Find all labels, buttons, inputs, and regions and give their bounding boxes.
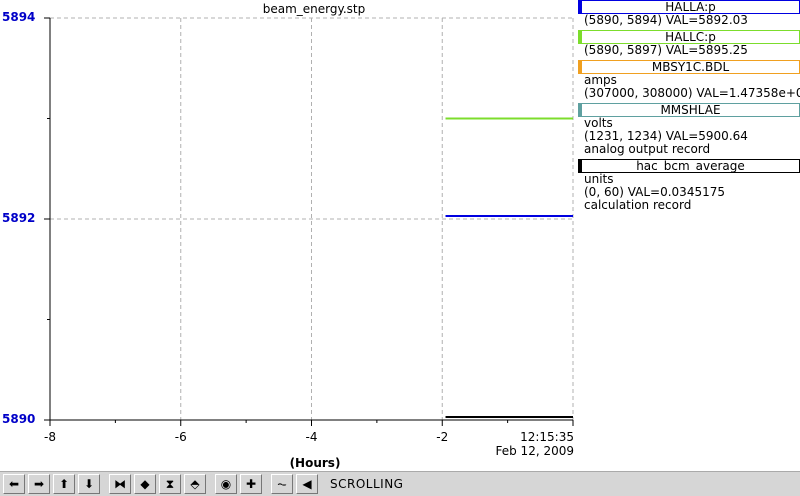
zoom-out-horizontal-icon[interactable]: ◆	[134, 474, 156, 494]
zoom-in-vertical-icon[interactable]: ⧗	[159, 474, 181, 494]
x-tick-label: -2	[436, 430, 449, 444]
arrow-left-icon[interactable]: ⬅	[3, 474, 25, 494]
x-tick-label: -4	[305, 430, 318, 444]
current-time-label: 12:15:35	[520, 430, 574, 444]
legend-info-line: (5890, 5897) VAL=5895.25	[584, 43, 748, 57]
legend-info-line: calculation record	[584, 198, 692, 212]
x-tick-label: -8	[44, 430, 56, 444]
add-channel-icon[interactable]: ✚	[240, 474, 262, 494]
legend-spacer	[578, 212, 800, 215]
toolbar-buttons: ⬅ ➡ ⬆ ⬇ ⧓ ◆ ⧗ ⬘ ◉ ✚ ⏦ ◀	[0, 474, 324, 494]
zoom-reset-icon[interactable]: ◉	[215, 474, 237, 494]
scroll-back-icon[interactable]: ◀	[296, 474, 318, 494]
y-tick-label: 5890	[2, 412, 36, 426]
y-tick-label: 5892	[2, 211, 36, 225]
legend-info-line: (307000, 308000) VAL=1.47358e+06	[584, 86, 800, 100]
y-tick-label: 5894	[2, 10, 36, 24]
legend-panel: HALLA:p (5890, 5894) VAL=5892.03 HALLC:p (5…	[578, 0, 800, 215]
zoom-in-horizontal-icon[interactable]: ⧓	[109, 474, 131, 494]
legend-channel-mmshlae[interactable]: MMSHLAE	[578, 103, 800, 117]
legend-info-line: analog output record	[584, 142, 711, 156]
status-label: SCROLLING	[330, 477, 404, 491]
legend-channel-mbsy1c-bdl[interactable]: MBSY1C.BDL	[578, 60, 800, 74]
legend-channel-hallc-p[interactable]: HALLC:p	[578, 30, 800, 44]
toolbar: ⬅ ➡ ⬆ ⬇ ⧓ ◆ ⧗ ⬘ ◉ ✚ ⏦ ◀ SCROLLING	[0, 471, 800, 496]
zoom-out-vertical-icon[interactable]: ⬘	[184, 474, 206, 494]
x-tick-label: -6	[174, 430, 187, 444]
arrow-down-icon[interactable]: ⬇	[78, 474, 100, 494]
x-axis-title: (Hours)	[289, 456, 341, 470]
arrow-up-icon[interactable]: ⬆	[53, 474, 75, 494]
legend-channel-halla-p[interactable]: HALLA:p	[578, 0, 800, 14]
legend-info-line: (5890, 5894) VAL=5892.03	[584, 13, 748, 27]
legend-channel-hac-bcm-average[interactable]: hac_bcm_average	[578, 159, 800, 173]
auto-scale-icon[interactable]: ⏦	[271, 474, 293, 494]
current-date-label: Feb 12, 2009	[495, 444, 575, 458]
arrow-right-icon[interactable]: ➡	[28, 474, 50, 494]
